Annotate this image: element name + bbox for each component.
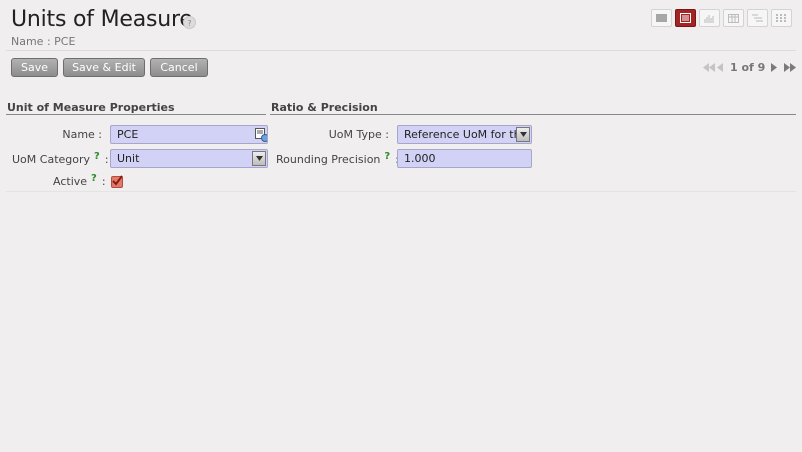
chevron-down-icon[interactable] [252, 151, 266, 166]
next-page-icon[interactable] [771, 63, 778, 72]
name-field[interactable]: PCE [110, 125, 268, 144]
name-value: PCE [117, 128, 139, 141]
checkmark-icon [112, 175, 123, 186]
category-label: UoM Category?: [12, 151, 109, 166]
graph-view-icon[interactable] [699, 9, 720, 27]
translate-icon[interactable] [255, 128, 268, 142]
uom-type-select[interactable]: Reference UoM for this [397, 125, 532, 144]
save-edit-button[interactable]: Save & Edit [63, 58, 145, 77]
uom-type-value: Reference UoM for this [404, 128, 530, 141]
rounding-help-icon[interactable]: ? [384, 151, 390, 162]
previous-page-icon[interactable] [717, 63, 724, 72]
cancel-button[interactable]: Cancel [150, 58, 208, 77]
rounding-precision-value: 1.000 [404, 152, 436, 165]
help-icon[interactable]: ? [183, 16, 196, 29]
last-page-icon[interactable] [784, 63, 798, 72]
active-help-icon[interactable]: ? [91, 173, 97, 184]
save-button[interactable]: Save [11, 58, 58, 77]
list-view-icon[interactable] [651, 9, 672, 27]
active-checkbox[interactable] [111, 175, 123, 188]
first-page-icon[interactable] [703, 63, 715, 72]
category-help-icon[interactable]: ? [94, 151, 100, 162]
section-divider-ratio [270, 114, 796, 115]
uom-category-select[interactable]: Unit [110, 149, 268, 168]
section-title-properties: Unit of Measure Properties [7, 101, 175, 114]
name-label: Name : [62, 128, 102, 141]
view-switcher [651, 9, 792, 27]
page-title: Units of Measure [11, 7, 193, 32]
section-divider-properties [6, 114, 266, 115]
gantt-view-icon[interactable] [747, 9, 768, 27]
section-title-ratio: Ratio & Precision [271, 101, 378, 114]
rounding-label: Rounding Precision?: [276, 151, 399, 166]
form-bottom-divider [6, 191, 796, 192]
chevron-down-icon[interactable] [516, 127, 530, 142]
header-divider [6, 50, 796, 51]
active-label: Active?: [53, 173, 106, 188]
record-subtitle: Name : PCE [11, 35, 76, 48]
uom-type-label: UoM Type : [328, 128, 389, 141]
pager-counter: 1 of 9 [730, 61, 766, 74]
pager: 1 of 9 [703, 61, 798, 74]
rounding-precision-input[interactable]: 1.000 [397, 149, 532, 168]
form-view-icon[interactable] [675, 9, 696, 27]
calendar-view-icon[interactable] [723, 9, 744, 27]
kanban-view-icon[interactable] [771, 9, 792, 27]
uom-category-value: Unit [117, 152, 140, 165]
